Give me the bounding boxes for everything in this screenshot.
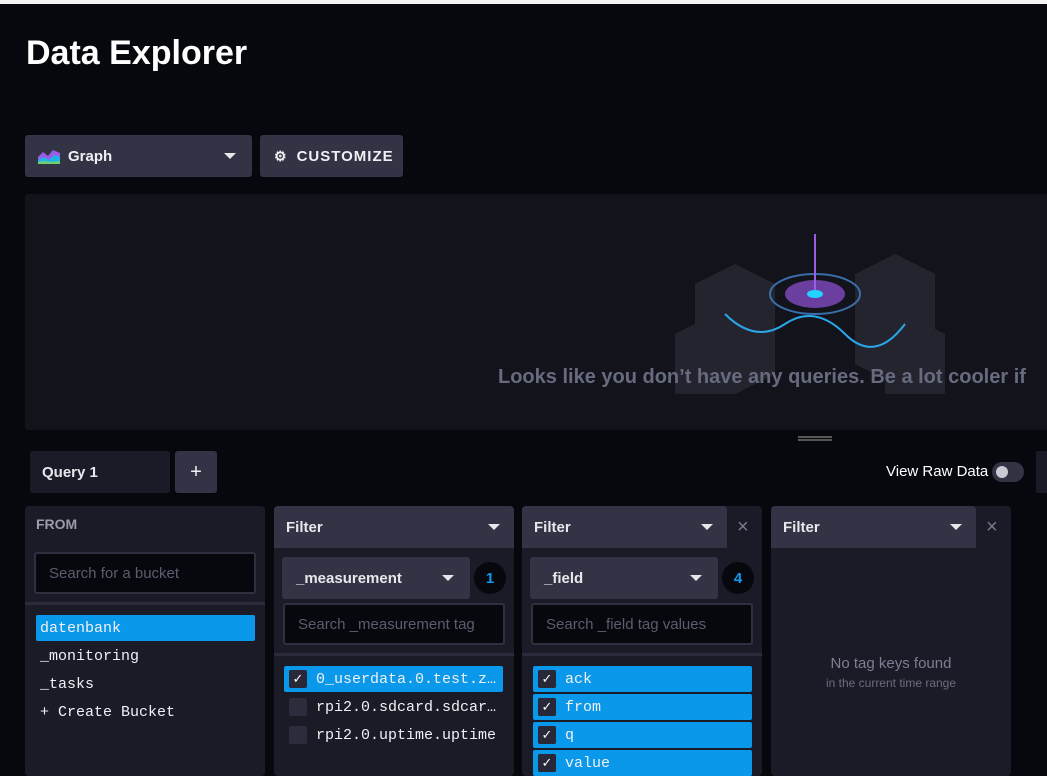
tag-value-search-input[interactable]: Search _measurement tag [283,603,505,645]
divider [274,653,514,656]
tag-value-item[interactable]: ✓ 0_userdata.0.test.z… [284,666,503,692]
graph-empty-panel: Looks like you don’t have any queries. B… [25,194,1047,430]
tag-value-label: value [565,754,611,772]
filter-function-dropdown[interactable]: Filter [522,506,727,548]
divider [25,602,265,605]
tag-key-dropdown[interactable]: _measurement [282,557,470,599]
graph-type-label: Graph [68,147,113,165]
tag-key-dropdown[interactable]: _field [530,557,718,599]
tag-value-item[interactable]: ✓ value [533,750,752,776]
close-icon[interactable]: × [986,516,998,539]
empty-graph-message: Looks like you don’t have any queries. B… [498,366,1026,388]
empty-title: No tag keys found [830,655,952,672]
resize-handle[interactable] [798,436,832,441]
graph-type-dropdown[interactable]: Graph [25,135,252,177]
tag-value-search-input[interactable]: Search _field tag values [531,603,753,645]
view-raw-data-toggle[interactable] [992,462,1024,482]
chevron-down-icon [690,575,702,581]
chevron-down-icon [950,524,962,530]
chevron-down-icon [701,524,713,530]
empty-subtitle: in the current time range [825,676,957,690]
graph-icon [38,150,60,164]
tag-value-label: from [565,698,602,716]
from-title: FROM [36,516,78,532]
chevron-down-icon [442,575,454,581]
tag-key-label: _measurement [296,569,402,587]
filter-panel-empty: Filter × No tag keys found in the curren… [771,506,1011,776]
close-icon[interactable]: × [737,516,749,539]
submit-button-edge[interactable] [1036,451,1047,493]
divider [522,653,762,656]
checkbox-checked-icon[interactable]: ✓ [538,726,556,744]
tag-value-label: ack [565,670,593,688]
checkbox-unchecked-icon[interactable] [289,698,307,716]
create-bucket-link[interactable]: + Create Bucket [36,699,175,725]
filter-function-dropdown[interactable]: Filter [771,506,976,548]
selected-count-badge: 1 [474,562,506,594]
tag-value-label: rpi2.0.sdcard.sdcar… [316,698,497,716]
tag-value-label: rpi2.0.uptime.uptime [316,726,497,744]
checkbox-checked-icon[interactable]: ✓ [538,754,556,772]
customize-label: CUSTOMIZE [296,147,394,165]
query-tab[interactable]: Query 1 [30,451,170,493]
toggle-knob [996,466,1008,478]
filter-function-dropdown[interactable]: Filter [274,506,514,548]
add-query-button[interactable]: + [175,451,217,493]
bucket-search-input[interactable]: Search for a bucket [34,552,256,594]
tag-value-item[interactable]: ✓ q [533,722,752,748]
selected-count-badge: 4 [722,562,754,594]
page-title: Data Explorer [26,34,248,72]
view-raw-data-label: View Raw Data [886,463,989,480]
tag-value-item[interactable]: rpi2.0.sdcard.sdcar… [284,694,496,720]
bucket-item-datenbank[interactable]: datenbank [36,615,255,641]
chevron-down-icon [488,524,500,530]
checkbox-unchecked-icon[interactable] [289,726,307,744]
bucket-item-tasks[interactable]: _tasks [36,671,94,697]
gear-icon: ⚙ [274,147,288,164]
chevron-down-icon [224,153,236,159]
filter-panel-measurement: Filter _measurement 1 Search _measuremen… [274,506,514,776]
customize-button[interactable]: ⚙ CUSTOMIZE [260,135,403,177]
tag-value-label: q [565,726,575,744]
from-panel: FROM Search for a bucket datenbank _moni… [25,506,265,776]
tag-value-item[interactable]: ✓ from [533,694,752,720]
tag-key-label: _field [544,569,584,587]
filter-title: Filter [534,518,571,536]
tag-value-label: 0_userdata.0.test.z… [316,670,497,688]
filter-title: Filter [286,518,323,536]
tag-value-item[interactable]: ✓ ack [533,666,752,692]
filter-title: Filter [783,518,820,536]
checkbox-checked-icon[interactable]: ✓ [289,670,307,688]
filter-panel-field: Filter × _field 4 Search _field tag valu… [522,506,762,776]
tag-value-item[interactable]: rpi2.0.uptime.uptime [284,722,496,748]
checkbox-checked-icon[interactable]: ✓ [538,670,556,688]
checkbox-checked-icon[interactable]: ✓ [538,698,556,716]
bucket-item-monitoring[interactable]: _monitoring [36,643,139,669]
